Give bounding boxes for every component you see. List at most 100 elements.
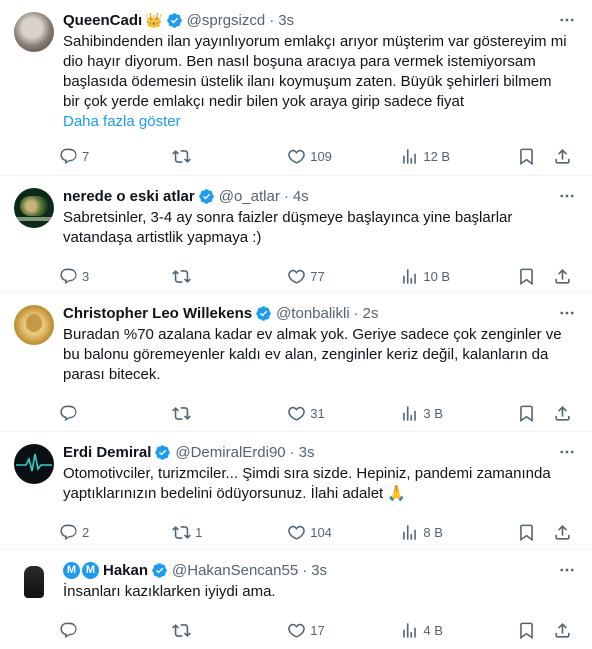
more-options-icon[interactable]	[556, 186, 578, 206]
heart-icon	[288, 149, 306, 164]
reply-button[interactable]: 7	[59, 147, 172, 166]
more-options-icon[interactable]	[556, 442, 578, 462]
bookmark-button[interactable]	[517, 404, 544, 423]
tweet[interactable]: M M Hakan @HakanSencan55 · 3s İnsanları …	[0, 550, 592, 649]
tweet[interactable]: QueenCadı 👑 @sprgsizcd · 3s Sahibindende…	[0, 0, 592, 176]
timestamp[interactable]: 2s	[363, 305, 379, 322]
views-button[interactable]: 10 B	[400, 267, 517, 286]
text-line: bu balonu göremeyenler kaldı ev alan, ze…	[63, 346, 549, 363]
tweet[interactable]: Christopher Leo Willekens @tonbalikli · …	[0, 293, 592, 432]
like-button[interactable]: 104	[287, 523, 400, 542]
timestamp[interactable]: 3s	[299, 444, 315, 461]
tweet-header: Erdi Demiral @DemiralErdi90 · 3s	[63, 442, 576, 462]
share-button[interactable]	[553, 147, 580, 166]
show-more-link[interactable]: Daha fazla göster	[63, 112, 570, 132]
bookmark-button[interactable]	[517, 147, 544, 166]
display-name[interactable]: Christopher Leo Willekens	[63, 305, 252, 322]
reply-count: 7	[82, 148, 90, 164]
text-line: parası bitecek.	[63, 366, 161, 383]
more-options-icon[interactable]	[556, 10, 578, 30]
tweet-body: Erdi Demiral @DemiralErdi90 · 3s Otomoti…	[60, 442, 576, 549]
tweet-body: QueenCadı 👑 @sprgsizcd · 3s Sahibindende…	[60, 10, 576, 175]
display-name[interactable]: Hakan	[103, 562, 148, 579]
retweet-button[interactable]	[172, 404, 287, 423]
handle[interactable]: @HakanSencan55	[172, 562, 298, 579]
like-button[interactable]: 77	[287, 267, 400, 286]
retweet-icon	[172, 269, 192, 283]
views-count: 10 B	[423, 268, 451, 284]
timestamp[interactable]: 4s	[293, 188, 309, 205]
tweet-feed: QueenCadı 👑 @sprgsizcd · 3s Sahibindende…	[0, 0, 592, 649]
tweet-header: nerede o eski atlar @o_atlar · 4s	[63, 186, 576, 206]
views-button[interactable]: 4 B	[400, 621, 517, 640]
like-count: 104	[310, 524, 332, 540]
share-button[interactable]	[553, 267, 580, 286]
like-button[interactable]: 109	[287, 147, 400, 166]
handle[interactable]: @tonbalikli	[276, 305, 350, 322]
retweet-button[interactable]	[172, 147, 287, 166]
display-name[interactable]: Erdi Demiral	[63, 444, 151, 461]
heartbeat-avatar-graphic	[16, 453, 52, 472]
display-name[interactable]: nerede o eski atlar	[63, 188, 195, 205]
tweet[interactable]: Erdi Demiral @DemiralErdi90 · 3s Otomoti…	[0, 432, 592, 550]
views-button[interactable]: 8 B	[400, 523, 517, 542]
verified-badge-icon	[166, 12, 182, 28]
views-chart-icon	[403, 268, 417, 284]
avatar[interactable]	[14, 444, 54, 484]
separator: ·	[302, 561, 308, 579]
tweet-text: Otomotivciler, turizmciler... Şimdi sıra…	[63, 464, 576, 504]
text-line: yaptıklarınızın bedelini ödüyorsunuz. İl…	[63, 485, 407, 502]
like-button[interactable]: 31	[287, 404, 400, 423]
reply-button[interactable]: 2	[59, 523, 172, 542]
like-count: 77	[310, 268, 325, 284]
heart-icon	[288, 623, 306, 638]
share-button[interactable]	[553, 621, 580, 640]
bookmark-button[interactable]	[517, 621, 544, 640]
share-icon	[555, 405, 570, 421]
avatar[interactable]	[14, 562, 54, 602]
retweet-button[interactable]	[172, 267, 287, 286]
reply-icon	[60, 268, 77, 284]
bookmark-button[interactable]	[517, 523, 544, 542]
more-options-icon[interactable]	[556, 303, 578, 323]
avatar[interactable]	[14, 305, 54, 345]
verified-badge-icon	[152, 562, 167, 578]
reply-count: 2	[82, 524, 90, 540]
heart-icon	[288, 269, 306, 284]
reply-button[interactable]: 3	[59, 267, 172, 286]
views-button[interactable]: 12 B	[400, 147, 517, 166]
share-button[interactable]	[553, 523, 580, 542]
display-name[interactable]: QueenCadı	[63, 12, 142, 29]
retweet-button[interactable]	[172, 621, 287, 640]
share-icon	[555, 268, 570, 284]
text-line: bir çok yerde emlakçı nedir bilen yok ar…	[63, 93, 465, 110]
bookmark-button[interactable]	[517, 267, 544, 286]
tweet[interactable]: nerede o eski atlar @o_atlar · 4s Sabret…	[0, 176, 592, 293]
retweet-icon	[172, 623, 192, 637]
verified-badge-icon	[198, 188, 214, 204]
reply-button[interactable]	[59, 621, 172, 640]
action-bar: 31 3 B	[59, 391, 580, 435]
text-line: başlasıda ödemesin üstelik ilanı koymuşu…	[63, 73, 552, 90]
tweet-header: M M Hakan @HakanSencan55 · 3s	[63, 560, 576, 580]
action-bar: 7 109 12 B	[59, 134, 580, 178]
text-line: vatandaşa artistlik yapmaya :)	[63, 229, 262, 246]
reply-button[interactable]	[59, 404, 172, 423]
handle[interactable]: @sprgsizcd	[187, 12, 266, 29]
retweet-icon	[172, 406, 192, 420]
views-count: 4 B	[423, 622, 443, 638]
handle[interactable]: @o_atlar	[219, 188, 280, 205]
handle[interactable]: @DemiralErdi90	[175, 444, 285, 461]
retweet-button[interactable]: 1	[172, 523, 287, 542]
views-count: 8 B	[423, 524, 443, 540]
timestamp[interactable]: 3s	[311, 562, 327, 579]
share-button[interactable]	[553, 404, 580, 423]
avatar[interactable]	[14, 188, 54, 228]
more-options-icon[interactable]	[556, 560, 578, 580]
avatar[interactable]	[14, 12, 54, 52]
views-button[interactable]: 3 B	[400, 404, 517, 423]
tweet-text: Sahibindenden ilan yayınlıyorum emlakçı …	[63, 32, 576, 132]
timestamp[interactable]: 3s	[278, 12, 294, 29]
like-button[interactable]: 17	[287, 621, 400, 640]
tweet-header: Christopher Leo Willekens @tonbalikli · …	[63, 303, 576, 323]
